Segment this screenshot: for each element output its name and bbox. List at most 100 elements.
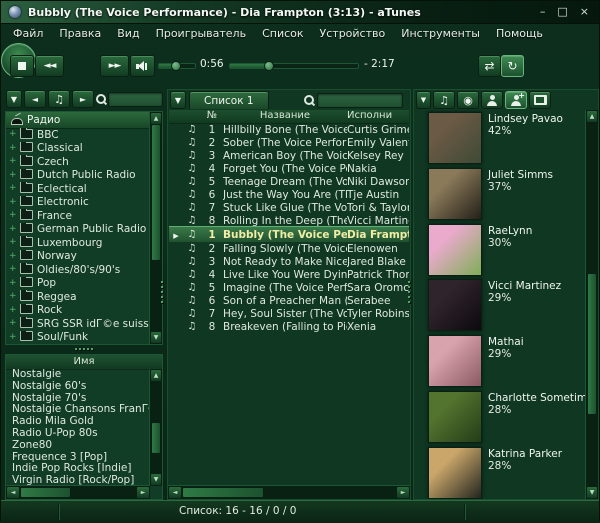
scroll-down-icon[interactable]: ▼ bbox=[150, 331, 162, 344]
station-item[interactable]: Indie Pop Rocks [Indie] bbox=[6, 463, 150, 475]
tree-item[interactable]: + Reggea bbox=[6, 290, 150, 304]
artist-item[interactable]: Juliet Simms 37% bbox=[414, 166, 586, 222]
tree-item[interactable]: + German Public Radio bbox=[6, 223, 150, 237]
artist-item[interactable]: RaeLynn 30% bbox=[414, 222, 586, 278]
column-header-num[interactable]: № bbox=[201, 110, 223, 123]
playlist-dropdown-button[interactable]: ▼ bbox=[170, 91, 186, 109]
context-video-tab[interactable] bbox=[529, 91, 551, 109]
tree-scrollbar[interactable]: ▲ ▼ bbox=[149, 112, 162, 344]
menu-item[interactable]: Проигрыватель bbox=[148, 25, 255, 42]
tree-item[interactable]: + BBC bbox=[6, 128, 150, 142]
expand-icon[interactable]: + bbox=[9, 198, 16, 207]
menu-item[interactable]: Устройство bbox=[312, 25, 394, 42]
expand-icon[interactable]: + bbox=[9, 157, 16, 166]
left-splitter-handle[interactable] bbox=[161, 281, 165, 303]
scroll-down-icon[interactable]: ▼ bbox=[150, 473, 162, 486]
expand-icon[interactable]: + bbox=[9, 130, 16, 139]
nav-back-button[interactable]: ◄ bbox=[24, 90, 46, 108]
playlist-row[interactable]: ▶ ♫ 3 American Boy (The Voice ... Kelsey… bbox=[169, 149, 409, 162]
expand-icon[interactable]: + bbox=[9, 184, 16, 193]
stations-hscrollbar[interactable]: ◄ ► bbox=[6, 485, 150, 499]
scroll-up-icon[interactable]: ▲ bbox=[150, 369, 162, 382]
playlist-row[interactable]: ▶ ♫ 5 Imagine (The Voice Perfo... Sara O… bbox=[169, 281, 409, 294]
close-button[interactable]: × bbox=[580, 6, 589, 18]
column-header-artist[interactable]: Исполни bbox=[347, 110, 409, 123]
playlist-row[interactable]: ▶ ♫ 4 Live Like You Were Dying ... Patri… bbox=[169, 268, 409, 281]
column-header-title[interactable]: Название bbox=[223, 110, 347, 123]
shuffle-button[interactable]: ⇄ bbox=[478, 55, 501, 77]
tree-scrollbar-thumb[interactable] bbox=[151, 124, 161, 261]
progress-thumb[interactable] bbox=[264, 61, 274, 71]
tree-item[interactable]: + SRG SSR idГ©e suisse bbox=[6, 317, 150, 331]
nav-music-button[interactable]: ♫ bbox=[48, 90, 70, 108]
expand-icon[interactable]: + bbox=[9, 171, 16, 180]
context-artist-tab[interactable] bbox=[481, 91, 503, 109]
playlist-row[interactable]: ▶ ♫ 4 Forget You (The Voice Pe... Nakia bbox=[169, 162, 409, 175]
next-button[interactable]: ►► bbox=[100, 55, 129, 77]
menu-item[interactable]: Список bbox=[254, 25, 311, 42]
tree-item[interactable]: + Oldies/80's/90's bbox=[6, 263, 150, 277]
scroll-up-icon[interactable]: ▲ bbox=[586, 110, 598, 123]
expand-icon[interactable]: + bbox=[9, 292, 16, 301]
playlist-row[interactable]: ▶ ♫ 8 Breakeven (Falling to Piec... Xeni… bbox=[169, 320, 409, 333]
artist-item[interactable]: Vicci Martinez 29% bbox=[414, 277, 586, 333]
progress-slider[interactable] bbox=[229, 63, 359, 69]
context-dropdown-button[interactable]: ▼ bbox=[416, 91, 431, 109]
station-item[interactable]: Nostalgie 60's bbox=[6, 381, 150, 393]
menu-item[interactable]: Файл bbox=[5, 25, 51, 42]
horizontal-splitter[interactable] bbox=[5, 345, 163, 353]
expand-icon[interactable]: + bbox=[9, 211, 16, 220]
menu-item[interactable]: Помощь bbox=[488, 25, 551, 42]
context-track-tab[interactable]: ♫ bbox=[433, 91, 455, 109]
volume-slider[interactable] bbox=[158, 63, 196, 69]
expand-icon[interactable]: + bbox=[9, 279, 16, 288]
expand-icon[interactable]: + bbox=[9, 144, 16, 153]
tree-item[interactable]: + Dutch Public Radio bbox=[6, 169, 150, 183]
playlist-search-input[interactable] bbox=[317, 93, 403, 108]
volume-thumb[interactable] bbox=[171, 61, 181, 71]
station-item[interactable]: Nostalgie 70's bbox=[6, 393, 150, 405]
expand-icon[interactable]: + bbox=[9, 333, 16, 342]
playlist-row[interactable]: ▶ ♫ 1 Bubbly (The Voice Perfo... Dia Fra… bbox=[169, 226, 409, 243]
tree-item[interactable]: + Electronic bbox=[6, 196, 150, 210]
playlist-hscrollbar[interactable]: ◄ ► bbox=[168, 485, 410, 499]
playlist-row[interactable]: ▶ ♫ 8 Rolling In the Deep (The ... Vicci… bbox=[169, 214, 409, 227]
right-splitter-handle[interactable] bbox=[408, 281, 412, 303]
playlist-row[interactable]: ▶ ♫ 6 Just the Way You Are (Th... Tje Au… bbox=[169, 188, 409, 201]
volume-button[interactable] bbox=[130, 55, 155, 77]
playlist-row[interactable]: ▶ ♫ 3 Not Ready to Make Nice (... Jared … bbox=[169, 255, 409, 268]
playlist-row[interactable]: ▶ ♫ 7 Hey, Soul Sister (The Voic... Tyle… bbox=[169, 307, 409, 320]
station-item[interactable]: Radio Mila Gold bbox=[6, 416, 150, 428]
context-album-tab[interactable]: ◉ bbox=[457, 91, 479, 109]
tree-item[interactable]: + Luxembourg bbox=[6, 236, 150, 250]
artist-item[interactable]: Charlotte Sometimes 28% bbox=[414, 389, 586, 445]
playlist-row[interactable]: ▶ ♫ 7 Stuck Like Glue (The Voic... Tori … bbox=[169, 201, 409, 214]
scroll-left-icon[interactable]: ◄ bbox=[6, 486, 20, 499]
scroll-left-icon[interactable]: ◄ bbox=[168, 486, 182, 499]
menu-item[interactable]: Правка bbox=[51, 25, 109, 42]
playlist-row[interactable]: ▶ ♫ 2 Sober (The Voice Perform... Emily … bbox=[169, 136, 409, 149]
expand-icon[interactable]: + bbox=[9, 306, 16, 315]
tree-item[interactable]: + France bbox=[6, 209, 150, 223]
tree-item[interactable]: + Norway bbox=[6, 250, 150, 264]
playlist-row[interactable]: ▶ ♫ 6 Son of a Preacher Man (T... Serabe… bbox=[169, 294, 409, 307]
expand-icon[interactable]: + bbox=[9, 225, 16, 234]
nav-forward-button[interactable]: ► bbox=[72, 90, 94, 108]
artists-scrollbar[interactable]: ▲ ▼ bbox=[585, 110, 598, 499]
station-item[interactable]: Nostalgie bbox=[6, 369, 150, 381]
tree-item[interactable]: + Czech bbox=[6, 155, 150, 169]
expand-icon[interactable]: + bbox=[9, 238, 16, 247]
minimize-button[interactable]: – bbox=[540, 6, 546, 18]
station-item[interactable]: Radio U-Pop 80s bbox=[6, 428, 150, 440]
stations-hscrollbar-thumb[interactable] bbox=[20, 487, 71, 498]
tree-item[interactable]: + Eclectical bbox=[6, 182, 150, 196]
station-item[interactable]: Nostalgie Chansons FranГ§aises bbox=[6, 404, 150, 416]
stop-button[interactable] bbox=[10, 55, 34, 77]
artists-scrollbar-thumb[interactable] bbox=[587, 273, 597, 415]
stations-column-header[interactable]: Имя bbox=[6, 355, 162, 370]
station-item[interactable]: Frequence 3 [Pop] bbox=[6, 452, 150, 464]
tree-root-radio[interactable]: Радио bbox=[6, 112, 162, 129]
context-similar-artists-tab[interactable]: + bbox=[505, 91, 527, 109]
playlist-row[interactable]: ▶ ♫ 1 Hillbilly Bone (The Voice ... Curt… bbox=[169, 123, 409, 136]
navigator-search-input[interactable] bbox=[108, 92, 163, 107]
